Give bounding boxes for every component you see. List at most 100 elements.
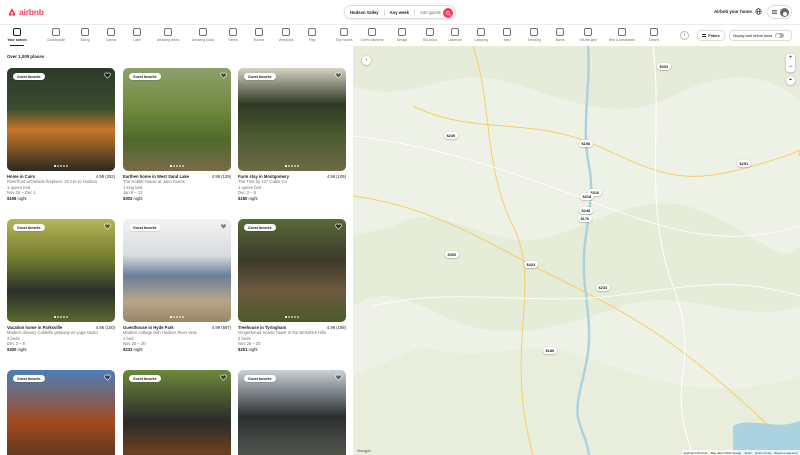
heart-icon[interactable] xyxy=(335,72,342,79)
category-barn[interactable]: Barns xyxy=(545,28,575,42)
bnb-icon xyxy=(618,28,626,36)
map-price-pin[interactable]: $318 xyxy=(580,193,594,200)
map-expand-button[interactable]: ‹ xyxy=(362,56,371,65)
listing-rating: 4.96 (100) xyxy=(95,325,115,330)
map-price-pin[interactable]: $180 xyxy=(543,347,557,354)
category-countryside[interactable]: Countryside xyxy=(41,28,71,42)
listing-price-unit: night xyxy=(247,347,258,353)
tiny-home-icon xyxy=(340,28,348,36)
listing-price-row: $198 night xyxy=(7,196,115,201)
map-price-pin[interactable]: $248 xyxy=(579,207,593,214)
airbnb-logo[interactable]: airbnb xyxy=(7,7,44,17)
listing-dates: Dec 3 – 8 xyxy=(238,190,256,196)
places-count: Over 1,000 places xyxy=(7,54,45,59)
heart-icon[interactable] xyxy=(335,223,342,230)
logo-text: airbnb xyxy=(19,7,44,17)
heart-icon[interactable] xyxy=(104,374,111,381)
map-price-pin[interactable]: $300 xyxy=(445,251,459,258)
listing-photo[interactable]: Guest favorite xyxy=(123,219,231,322)
category-new[interactable]: New xyxy=(492,28,522,42)
search-location[interactable]: Hudson Valley xyxy=(345,10,384,15)
airbnb-logo-icon xyxy=(8,8,16,16)
listing-photo[interactable]: Guest favorite xyxy=(123,68,231,171)
category-lake[interactable]: Lake xyxy=(122,28,152,42)
listing-photo[interactable]: Guest favorite xyxy=(238,219,346,322)
map-footer: Keyboard shortcuts Map data ©2023 Google 1… xyxy=(681,450,800,455)
map-price-pin[interactable]: $198 xyxy=(579,140,593,147)
category-next-button[interactable]: › xyxy=(680,31,689,40)
vineyard-icon xyxy=(282,28,290,36)
category-tiny-home[interactable]: Tiny homes xyxy=(329,28,359,42)
listing-photo[interactable]: Guest favorite xyxy=(238,370,346,455)
map-location-button[interactable]: ⌖ xyxy=(786,76,795,85)
search-guests[interactable]: Add guests xyxy=(415,10,446,15)
listing-photo[interactable]: Guest favorite xyxy=(7,219,115,322)
pagination-dot xyxy=(294,165,296,167)
map-footer-item[interactable]: Map data ©2023 Google xyxy=(711,451,742,455)
map-price-pin[interactable]: $251 xyxy=(737,160,751,167)
category-views[interactable]: Amazing views xyxy=(153,28,183,42)
search-dates[interactable]: Any week xyxy=(385,10,414,15)
listing-price: $180 xyxy=(238,196,248,202)
category-label: Design xyxy=(396,38,408,42)
map-price-pin[interactable]: $423 xyxy=(524,261,538,268)
zoom-in-button[interactable]: + xyxy=(786,54,795,63)
pagination-dot xyxy=(66,316,68,318)
search-bar[interactable]: Hudson Valley Any week Add guests xyxy=(344,5,456,19)
display-total-toggle-box[interactable]: Display total before taxes xyxy=(729,30,792,41)
filters-button[interactable]: Filters xyxy=(697,30,725,41)
map-footer-item[interactable]: Report a map error xyxy=(774,451,798,455)
map-footer-item[interactable]: Keyboard shortcuts xyxy=(684,451,708,455)
pagination-dot xyxy=(297,316,299,318)
category-label: Tiny homes xyxy=(335,38,353,42)
map-terrain xyxy=(353,46,800,455)
category-desert[interactable]: Desert xyxy=(639,28,669,42)
map-price-pin[interactable]: $303 xyxy=(657,63,671,70)
map-price-pin[interactable]: $176 xyxy=(578,215,592,222)
listing-photo[interactable]: Guest favorite xyxy=(238,68,346,171)
taxes-toggle[interactable] xyxy=(775,33,785,38)
zoom-out-button[interactable]: − xyxy=(786,63,795,72)
category-design[interactable]: Design xyxy=(387,28,417,42)
listing-dates: Jan 8 – 13 xyxy=(123,190,143,196)
listing-photo[interactable]: Guest favorite xyxy=(123,370,231,455)
category-pool[interactable]: Amazing pools xyxy=(188,28,218,42)
category-label: New xyxy=(503,38,511,42)
map-footer-item[interactable]: Terms of Use xyxy=(755,451,771,455)
lake-icon xyxy=(133,28,141,36)
category-search[interactable]: Your search xyxy=(2,28,32,46)
guest-favorite-badge: Guest favorite xyxy=(129,73,161,80)
heart-icon[interactable] xyxy=(104,72,111,79)
heart-icon[interactable] xyxy=(220,72,227,79)
photo-pagination-dots xyxy=(170,316,184,318)
category-bnb[interactable]: Bed & breakfasts xyxy=(607,28,637,42)
listing-photo[interactable]: Guest favorite xyxy=(7,68,115,171)
heart-icon[interactable] xyxy=(335,374,342,381)
category-room[interactable]: Rooms xyxy=(244,28,274,42)
heart-icon[interactable] xyxy=(220,223,227,230)
listing-dates: Nov 25 – 30 xyxy=(238,341,261,347)
globe-icon[interactable] xyxy=(755,8,762,15)
map[interactable]: $303 $249 $198 $251 $316 $318 $248 $176 $300 $423… xyxy=(353,46,800,455)
avatar xyxy=(780,7,789,17)
listing-photo[interactable]: Guest favorite xyxy=(7,370,115,455)
listing-dates: Nov 25 – 30 xyxy=(123,341,146,347)
listing-rating: 4.96 (109) xyxy=(326,174,346,179)
map-price-pin[interactable]: $233 xyxy=(596,284,610,291)
ski-in-out-icon xyxy=(426,28,434,36)
airbnb-your-home-link[interactable]: Airbnb your home xyxy=(714,9,752,14)
google-logo: Google xyxy=(357,448,371,453)
heart-icon[interactable] xyxy=(220,374,227,381)
category-off-grid[interactable]: Off-the-grid xyxy=(573,28,603,42)
listing-dates: Nov 26 – Dec 1 xyxy=(7,190,36,196)
heart-icon[interactable] xyxy=(104,223,111,230)
pagination-dot xyxy=(291,316,293,318)
zoom-controls: + − xyxy=(786,54,795,72)
search-button[interactable] xyxy=(443,8,453,18)
map-price-pin[interactable]: $249 xyxy=(444,132,458,139)
user-menu-button[interactable] xyxy=(767,5,792,19)
category-play[interactable]: Play xyxy=(297,28,327,42)
category-kitchen[interactable]: Chef's kitchens xyxy=(357,28,387,42)
pagination-dot xyxy=(54,316,56,318)
category-label: Your search xyxy=(7,38,27,42)
